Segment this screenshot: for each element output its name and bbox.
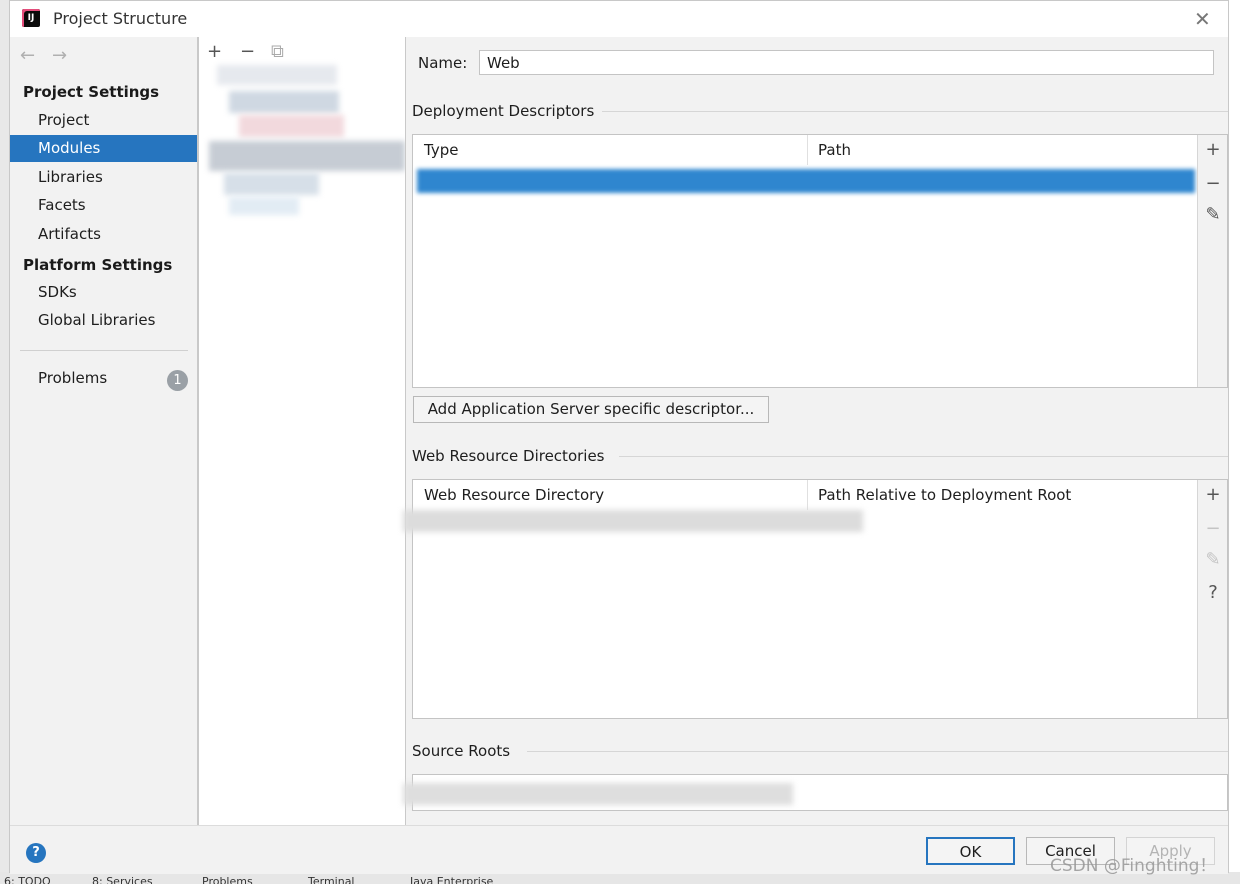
bg-tab-java-enterprise[interactable]: Java Enterprise xyxy=(410,875,493,884)
bg-tab-terminal[interactable]: Terminal xyxy=(308,875,355,884)
close-icon[interactable]: ✕ xyxy=(1194,7,1211,31)
watermark-text: CSDN @Finghting！ xyxy=(1050,856,1217,876)
add-icon[interactable]: + xyxy=(1198,139,1228,160)
section-divider xyxy=(527,751,1228,752)
name-label: Name: xyxy=(418,54,468,72)
column-header-type[interactable]: Type xyxy=(424,141,458,159)
deployment-descriptors-table: Type Path + − ✎ xyxy=(412,134,1228,388)
section-divider xyxy=(619,456,1228,457)
web-resource-directories-title: Web Resource Directories xyxy=(412,447,605,465)
column-header-path[interactable]: Path xyxy=(818,141,851,159)
web-resource-toolbar: + − ✎ ? xyxy=(1197,480,1227,718)
help-icon[interactable]: ? xyxy=(1198,582,1228,603)
descriptor-toolbar: + − ✎ xyxy=(1197,135,1227,387)
bg-tab-problems[interactable]: Problems xyxy=(202,875,253,884)
forward-arrow-icon[interactable]: → xyxy=(52,45,67,66)
edit-icon[interactable]: ✎ xyxy=(1198,549,1228,570)
problems-count-badge: 1 xyxy=(167,370,188,391)
add-module-icon[interactable]: + xyxy=(207,41,222,62)
project-structure-dialog: IJ Project Structure ✕ ← → Project Setti… xyxy=(9,0,1229,874)
nav-item-artifacts[interactable]: Artifacts xyxy=(10,221,198,248)
source-roots-title: Source Roots xyxy=(412,742,511,760)
intellij-app-icon: IJ xyxy=(22,9,40,27)
web-resource-directories-table: Web Resource Directory Path Relative to … xyxy=(403,479,1228,719)
column-header-relative-path[interactable]: Path Relative to Deployment Root xyxy=(818,486,1071,504)
module-name-input[interactable] xyxy=(479,50,1214,75)
bg-tab-todo[interactable]: 6: TODO xyxy=(4,875,51,884)
column-header-web-resource-directory[interactable]: Web Resource Directory xyxy=(424,486,604,504)
edit-icon[interactable]: ✎ xyxy=(1198,204,1228,225)
copy-module-icon[interactable]: ⧉ xyxy=(271,41,284,62)
nav-divider xyxy=(20,350,188,351)
ok-button[interactable]: OK xyxy=(926,837,1015,865)
bg-tab-services[interactable]: 8: Services xyxy=(92,875,153,884)
platform-settings-header: Platform Settings xyxy=(23,256,173,274)
remove-icon[interactable]: − xyxy=(1198,173,1228,194)
project-settings-header: Project Settings xyxy=(23,83,160,101)
column-separator xyxy=(807,480,808,510)
source-roots-list xyxy=(403,774,1228,811)
back-arrow-icon[interactable]: ← xyxy=(20,45,35,66)
module-tree-redacted[interactable] xyxy=(199,61,405,231)
deployment-descriptors-title: Deployment Descriptors xyxy=(412,102,595,120)
dialog-title: Project Structure xyxy=(53,9,188,28)
nav-item-facets[interactable]: Facets xyxy=(10,192,198,219)
help-button[interactable]: ? xyxy=(26,843,46,863)
column-separator xyxy=(807,135,808,165)
add-server-descriptor-button[interactable]: Add Application Server specific descript… xyxy=(413,396,769,423)
background-ide-left-edge xyxy=(0,0,9,884)
remove-icon[interactable]: − xyxy=(1198,518,1228,539)
source-root-redacted[interactable] xyxy=(403,783,793,805)
table-row-selected-redacted[interactable] xyxy=(417,169,1195,193)
nav-item-project[interactable]: Project xyxy=(10,107,198,134)
nav-item-global-libraries[interactable]: Global Libraries xyxy=(10,307,198,334)
module-settings-panel: Name: Deployment Descriptors Type Path +… xyxy=(403,37,1228,825)
nav-item-libraries[interactable]: Libraries xyxy=(10,164,198,191)
title-bar[interactable]: IJ Project Structure ✕ xyxy=(10,1,1228,37)
nav-item-modules[interactable]: Modules xyxy=(10,135,198,162)
remove-module-icon[interactable]: − xyxy=(240,41,255,62)
background-ide-right-edge xyxy=(1229,0,1240,884)
dialog-button-bar: ? OK Cancel Apply xyxy=(10,825,1228,874)
table-row-redacted[interactable] xyxy=(403,510,863,532)
settings-navigation: ← → Project Settings Project Modules Lib… xyxy=(10,37,198,825)
nav-item-sdks[interactable]: SDKs xyxy=(10,279,198,306)
section-divider xyxy=(602,111,1228,112)
add-icon[interactable]: + xyxy=(1198,484,1228,505)
module-list-panel: + − ⧉ xyxy=(199,37,405,825)
